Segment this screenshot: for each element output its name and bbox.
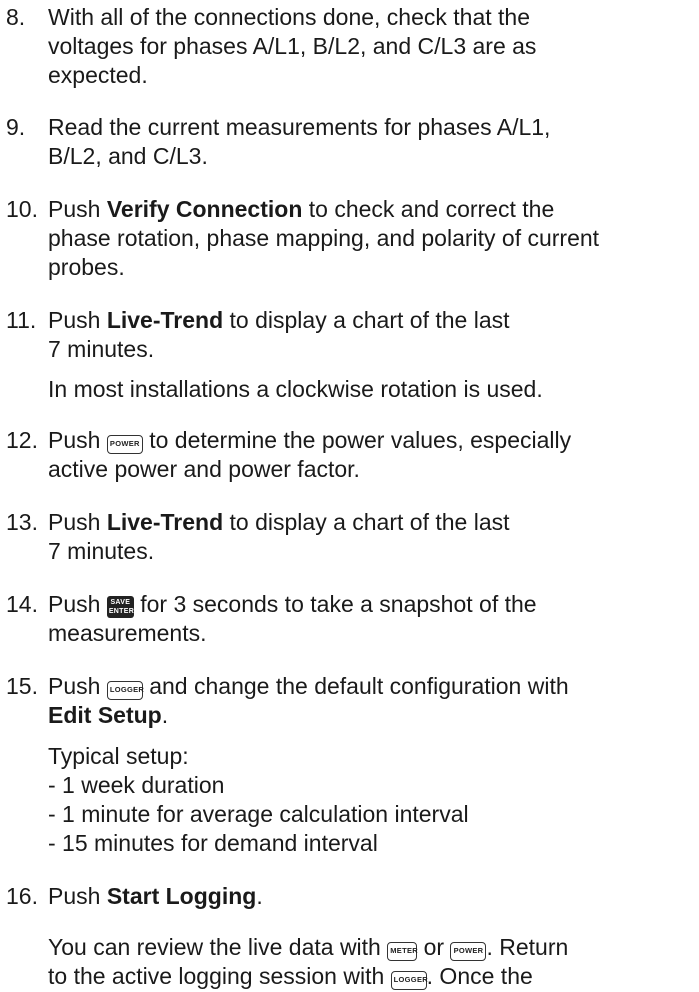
meter-key-icon: METER <box>387 942 418 961</box>
manual-page: 8. With all of the connections done, che… <box>0 0 699 992</box>
step-number: 13. <box>6 509 38 535</box>
softkey-label: Live-Trend <box>106 509 224 535</box>
step-number: 14. <box>6 591 38 617</box>
power-key-icon: POWER <box>106 435 143 454</box>
setup-item: - 1 minute for average calculation inter… <box>48 801 469 827</box>
softkey-label: Verify Connection <box>106 196 303 222</box>
step-text: Push Live-Trend to display a chart of th… <box>48 509 510 564</box>
step-text: Read the current measurements for phases… <box>48 114 551 169</box>
step-number: 9. <box>6 114 26 140</box>
step-number: 15. <box>6 673 38 699</box>
step-number: 11. <box>6 307 37 333</box>
step-number: 8. <box>6 4 26 30</box>
softkey-label: Live-Trend <box>106 307 224 333</box>
step-text: Push POWER to determine the power values… <box>48 427 572 482</box>
step-text: Push Verify Connection to check and corr… <box>48 196 600 280</box>
power-key-icon: POWER <box>450 942 487 961</box>
save-enter-key-icon: SAVE ENTER <box>106 596 134 618</box>
step-text: Push Start Logging. <box>48 883 263 909</box>
step-text: With all of the connections done, check … <box>48 4 537 88</box>
setup-title: Typical setup: <box>48 743 189 769</box>
step-number: 12. <box>6 427 38 453</box>
step-number: 16. <box>6 883 38 909</box>
step-text: Push SAVE ENTER for 3 seconds to take a s… <box>48 591 537 646</box>
softkey-label: Edit Setup <box>48 702 162 728</box>
step-16-note: You can review the live data with METER … <box>48 934 569 990</box>
logger-key-icon: LOGGER <box>106 681 144 700</box>
setup-item: - 1 week duration <box>48 772 225 798</box>
step-number: 10. <box>6 196 38 222</box>
softkey-label: Start Logging <box>106 883 257 909</box>
typical-setup: Typical setup: - 1 week duration - 1 min… <box>48 742 688 858</box>
setup-item: - 15 minutes for demand interval <box>48 830 378 856</box>
step-text: Push Live-Trend to display a chart of th… <box>48 307 510 362</box>
step-11-note: In most installations a clockwise rotati… <box>48 376 543 402</box>
logger-key-icon: LOGGER <box>390 971 428 990</box>
step-text: Push LOGGER and change the default confi… <box>48 673 569 728</box>
